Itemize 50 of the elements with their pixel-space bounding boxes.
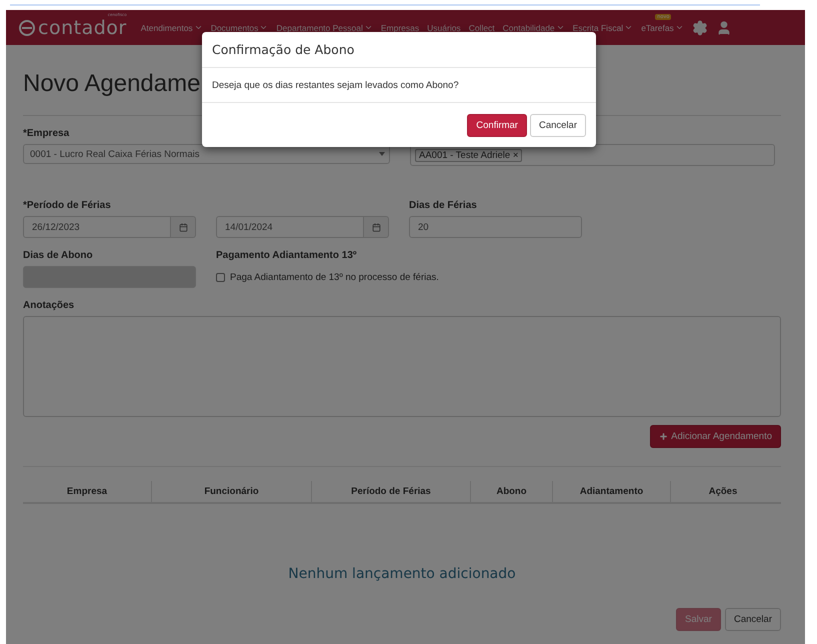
nav-menu-item[interactable]: Contabilidade [502,22,565,32]
chevron-down-icon [259,23,268,32]
chevron-down-icon [364,23,373,32]
notes-field[interactable] [23,316,781,417]
logo-icon[interactable] [18,18,36,36]
add-schedule-button[interactable]: Adicionar Agendamento [650,425,781,448]
calendar-icon[interactable] [364,216,389,238]
plus-icon [659,432,668,441]
nav-menu-item[interactable]: Departamento Pessoal [276,22,373,32]
empty-message: Nenhum lançamento adicionado [287,566,517,582]
field-label: *Empresa [23,128,70,140]
chevron-down-icon [194,23,203,32]
chevron-down-icon [624,23,634,32]
calendar-icon[interactable] [171,216,196,238]
chevron-down-icon [556,23,565,32]
field-label: *Período de Férias [23,200,112,212]
page-title: Novo Agendame [23,69,200,99]
column-header: Ações [670,481,775,502]
nav-menu-item[interactable]: eTarefas [641,22,684,32]
cancel-button[interactable]: Cancelar [724,608,781,631]
logo-text[interactable]: contador [38,16,127,38]
start-date-field[interactable]: 26/12/2023 [23,216,171,238]
column-header: Período de Férias [311,481,470,502]
user-icon[interactable] [716,20,732,36]
nav-menu-item[interactable]: Atendimentos [140,22,203,32]
confirm-button[interactable]: Confirmar [467,114,527,136]
checkbox-label: Paga Adiantamento de 13º no processo de férias. [230,272,439,282]
column-header: Abono [470,481,552,502]
column-header: Empresa [66,485,108,499]
dialog-title: Confirmação de Abono [212,42,354,57]
cancel-button[interactable]: Cancelar [530,114,586,136]
end-date-field[interactable]: 14/01/2024 [216,216,364,238]
caret-icon [379,152,385,156]
nav-menu-item[interactable]: Escrita Fiscal [572,22,634,32]
field-label: Dias de Abono [23,250,94,262]
vacation-days-field[interactable]: 20 [409,216,582,238]
nav-menu-item[interactable]: Collect [468,22,495,32]
employee-tag[interactable]: AA001 - Teste Adriele × [415,148,522,162]
field-label: Anotações [23,300,76,312]
nav-menu-item[interactable]: Usuários [427,22,461,32]
nav-menu-item[interactable]: Documentos [210,22,268,32]
column-header: Adiantamento [552,481,670,502]
chevron-down-icon [674,23,684,32]
nav-menu-item[interactable]: Empresas [380,22,420,32]
column-header: Funcionário [151,481,311,502]
field-label: Pagamento Adiantamento 13º [216,250,358,262]
field-label: Dias de Férias [409,200,478,212]
checkbox[interactable] [216,272,225,282]
dialog-message: Deseja que os dias restantes sejam levados como Abono? [212,80,459,90]
settings-icon[interactable] [692,20,708,36]
